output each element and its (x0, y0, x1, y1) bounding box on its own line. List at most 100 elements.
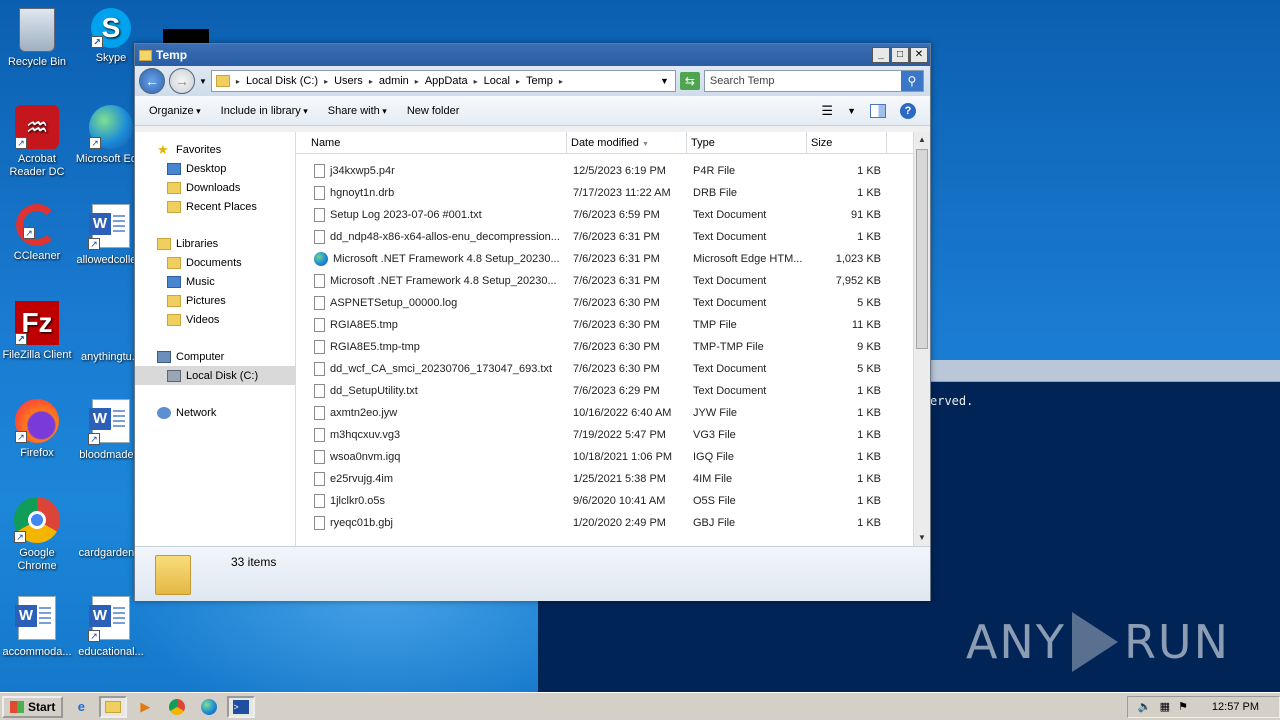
chevron-right-icon[interactable]: ▸ (516, 77, 520, 86)
nav-favorites[interactable]: ★ Favorites (135, 140, 295, 159)
nav-libraries[interactable]: Libraries (135, 234, 295, 253)
nav-computer[interactable]: Computer (135, 347, 295, 366)
breadcrumb-local-disk[interactable]: Local Disk (C:) (246, 75, 318, 87)
view-dropdown-icon[interactable]: ▼ (847, 106, 856, 116)
firefox-icon: ↗ (15, 399, 59, 443)
explorer-window[interactable]: Temp _ □ ✕ ← → ▼ ▸ Local Disk (C:) ▸ Use… (134, 43, 931, 601)
file-row[interactable]: 1jlclkr0.o5s 9/6/2020 10:41 AM O5S File 1 K… (296, 490, 930, 512)
desktop-icon-label: accommoda... (2, 646, 72, 658)
desktop-icon-ccleaner[interactable]: ↗ CCleaner (0, 204, 77, 263)
breadcrumb-local[interactable]: Local (484, 75, 510, 87)
file-row[interactable]: Microsoft .NET Framework 4.8 Setup_20230… (296, 270, 930, 292)
nav-recent-places[interactable]: Recent Places (135, 197, 295, 216)
chevron-right-icon[interactable]: ▸ (236, 77, 240, 86)
file-date: 1/25/2021 5:38 PM (573, 473, 666, 485)
clock[interactable]: 12:57 PM (1212, 701, 1259, 713)
breadcrumb-admin[interactable]: admin (379, 75, 409, 87)
search-icon[interactable]: ⚲ (900, 71, 923, 91)
file-row[interactable]: m3hqcxuv.vg3 7/19/2022 5:47 PM VG3 File 1 K… (296, 424, 930, 446)
explorer-titlebar[interactable]: Temp _ □ ✕ (135, 44, 930, 66)
nav-desktop[interactable]: Desktop (135, 159, 295, 178)
nav-network[interactable]: Network (135, 403, 295, 422)
history-chevron-icon[interactable]: ▼ (199, 77, 207, 86)
vertical-scrollbar[interactable]: ▲ ▼ (913, 132, 930, 546)
chevron-right-icon[interactable]: ▸ (324, 77, 328, 86)
view-options-icon[interactable]: ☰ (821, 103, 833, 119)
nav-music[interactable]: Music (135, 272, 295, 291)
chevron-right-icon[interactable]: ▸ (369, 77, 373, 86)
scrollbar-thumb[interactable] (916, 149, 928, 349)
chevron-right-icon[interactable]: ▸ (559, 77, 563, 86)
help-icon[interactable]: ? (900, 102, 916, 119)
file-row[interactable]: Microsoft .NET Framework 4.8 Setup_20230… (296, 248, 930, 270)
nav-local-disk[interactable]: Local Disk (C:) (135, 366, 295, 385)
file-size: 1 KB (857, 429, 881, 441)
nav-pictures[interactable]: Pictures (135, 291, 295, 310)
desktop-icon-filezilla[interactable]: Fz ↗ FileZilla Client (0, 301, 77, 362)
scroll-up-icon[interactable]: ▲ (914, 132, 930, 148)
search-box[interactable]: Search Temp ⚲ (703, 70, 924, 92)
file-row[interactable]: Setup Log 2023-07-06 #001.txt 7/6/2023 6:… (296, 204, 930, 226)
internet-explorer-icon[interactable]: e (67, 696, 95, 718)
action-center-flag-icon[interactable]: ⚑ (1178, 700, 1188, 713)
breadcrumb-users[interactable]: Users (334, 75, 363, 87)
minimize-button[interactable]: _ (872, 47, 890, 63)
nav-downloads[interactable]: Downloads (135, 178, 295, 197)
column-type[interactable]: Type (687, 132, 807, 153)
preview-pane-icon[interactable] (870, 103, 886, 118)
file-row[interactable]: dd_ndp48-x86-x64-allos-enu_decompression… (296, 226, 930, 248)
scroll-down-icon[interactable]: ▼ (914, 530, 930, 546)
close-button[interactable]: ✕ (910, 47, 928, 63)
chevron-right-icon[interactable]: ▸ (474, 77, 478, 86)
file-size: 11 KB (851, 319, 881, 331)
file-row[interactable]: RGIA8E5.tmp-tmp 7/6/2023 6:30 PM TMP-TMP F… (296, 336, 930, 358)
file-name: Microsoft .NET Framework 4.8 Setup_20230… (333, 253, 560, 265)
file-row[interactable]: j34kxwp5.p4r 12/5/2023 6:19 PM P4R File 1 K… (296, 160, 930, 182)
start-button[interactable]: Start (2, 695, 64, 718)
desktop-icon-educational[interactable]: ↗ educational... (71, 596, 151, 659)
edge-taskbar-icon[interactable] (195, 696, 223, 718)
refresh-button[interactable]: ⇆ (679, 72, 700, 90)
file-row[interactable]: dd_wcf_CA_smci_20230706_173047_693.txt 7/… (296, 358, 930, 380)
address-dropdown-icon[interactable]: ▼ (660, 76, 669, 86)
desktop-icon-recycle-bin[interactable]: Recycle Bin (0, 8, 77, 69)
search-input[interactable]: Search Temp (710, 75, 775, 87)
share-with-button[interactable]: Share with (328, 105, 387, 117)
file-name: axmtn2eo.jyw (330, 407, 398, 419)
breadcrumb-temp[interactable]: Temp (526, 75, 553, 87)
file-date: 7/6/2023 6:31 PM (573, 231, 660, 243)
file-row[interactable]: dd_SetupUtility.txt 7/6/2023 6:29 PM Text … (296, 380, 930, 402)
chevron-right-icon[interactable]: ▸ (415, 77, 419, 86)
file-row[interactable]: ryeqc01b.gbj 1/20/2020 2:49 PM GBJ File 1 K… (296, 512, 930, 534)
chrome-taskbar-icon[interactable] (163, 696, 191, 718)
forward-button[interactable]: → (169, 68, 195, 94)
file-row[interactable]: axmtn2eo.jyw 10/16/2022 6:40 AM JYW File 1 … (296, 402, 930, 424)
powershell-taskbar-icon[interactable]: > (227, 695, 256, 718)
desktop-icon-chrome[interactable]: ↗ Google Chrome (0, 497, 77, 573)
column-name[interactable]: Name (296, 132, 567, 153)
include-in-library-button[interactable]: Include in library (221, 105, 308, 117)
column-date-modified[interactable]: Date modified ▼ (567, 132, 687, 153)
file-row[interactable]: ASPNETSetup_00000.log 7/6/2023 6:30 PM Tex… (296, 292, 930, 314)
desktop-icon-acrobat[interactable]: ♒ ↗ Acrobat Reader DC (0, 105, 77, 179)
column-size[interactable]: Size (807, 132, 887, 153)
address-bar[interactable]: ▸ Local Disk (C:) ▸ Users ▸ admin ▸ AppD… (210, 70, 676, 92)
maximize-button[interactable]: □ (891, 47, 909, 63)
desktop-icon-accommoda[interactable]: accommoda... (0, 596, 77, 659)
volume-icon[interactable]: 🔈 (1138, 700, 1152, 713)
file-row[interactable]: wsoa0nvm.igq 10/18/2021 1:06 PM IGQ File 1 … (296, 446, 930, 468)
back-button[interactable]: ← (139, 68, 165, 94)
explorer-taskbar-icon[interactable] (99, 695, 128, 718)
organize-button[interactable]: Organize (149, 105, 201, 117)
breadcrumb-appdata[interactable]: AppData (425, 75, 468, 87)
file-row[interactable]: hgnoyt1n.drb 7/17/2023 11:22 AM DRB File 1 … (296, 182, 930, 204)
file-date: 9/6/2020 10:41 AM (573, 495, 666, 507)
network-tray-icon[interactable]: ▦ (1160, 700, 1170, 713)
media-player-icon[interactable]: ▶ (131, 696, 159, 718)
new-folder-button[interactable]: New folder (407, 105, 460, 117)
nav-documents[interactable]: Documents (135, 253, 295, 272)
file-row[interactable]: e25rvujg.4im 1/25/2021 5:38 PM 4IM File 1 K… (296, 468, 930, 490)
desktop-icon-firefox[interactable]: ↗ Firefox (0, 399, 77, 460)
file-row[interactable]: RGIA8E5.tmp 7/6/2023 6:30 PM TMP File 11 KB (296, 314, 930, 336)
nav-videos[interactable]: Videos (135, 310, 295, 329)
